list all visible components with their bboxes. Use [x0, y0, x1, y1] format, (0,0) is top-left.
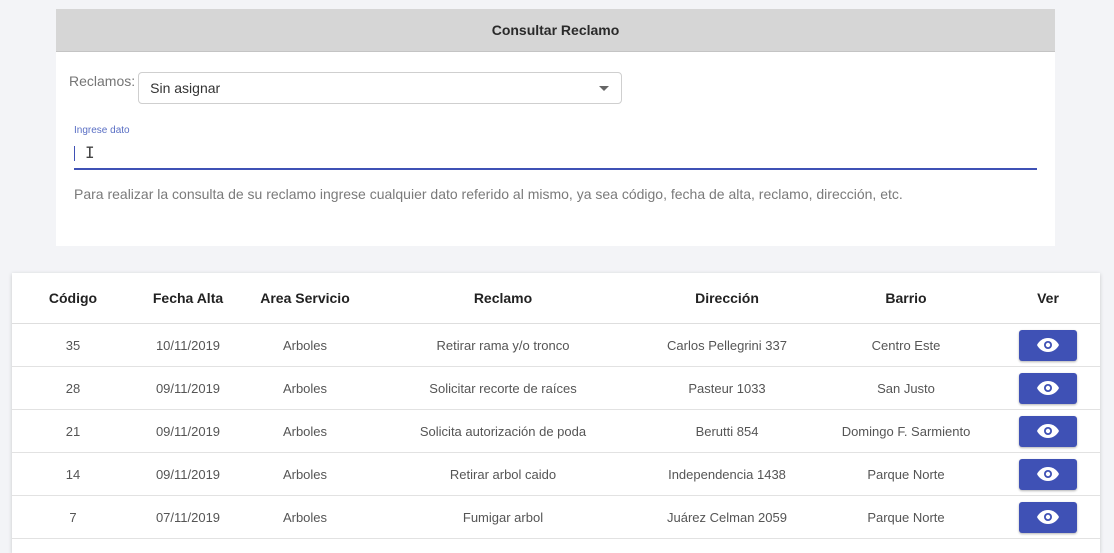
view-button[interactable] — [1019, 458, 1077, 490]
reclamos-select[interactable]: Sin asignar — [138, 72, 623, 104]
cell-ver — [996, 452, 1100, 496]
cell-fecha: 10/11/2019 — [134, 323, 242, 367]
eye-icon — [1037, 381, 1059, 395]
table-row: 28 09/11/2019 Arboles Solicitar recorte … — [12, 366, 1100, 410]
cell-area: Arboles — [242, 495, 368, 539]
cell-codigo: 28 — [12, 366, 134, 410]
header-ver: Ver — [996, 273, 1100, 324]
header-area-servicio: Area Servicio — [242, 273, 368, 324]
cell-fecha: 09/11/2019 — [134, 366, 242, 410]
reclamos-select-value: Sin asignar — [150, 80, 221, 96]
cell-ver — [996, 366, 1100, 410]
view-button[interactable] — [1019, 501, 1077, 533]
reclamos-select-row: Reclamos: Sin asignar — [69, 72, 623, 104]
cell-direccion: Berutti 854 — [638, 409, 816, 453]
cell-area: Arboles — [242, 366, 368, 410]
view-button[interactable] — [1019, 372, 1077, 404]
cell-area: Arboles — [242, 323, 368, 367]
cell-barrio: Domingo F. Sarmiento — [816, 409, 996, 453]
view-button[interactable] — [1019, 415, 1077, 447]
cell-reclamo: Retirar arbol caido — [368, 452, 638, 496]
cell-area: Arboles — [242, 452, 368, 496]
table-row: 7 07/11/2019 Arboles Fumigar arbol Juáre… — [12, 495, 1100, 539]
cell-ver — [996, 323, 1100, 367]
card-title: Consultar Reclamo — [56, 9, 1055, 52]
cell-reclamo: Solicita autorización de poda — [368, 409, 638, 453]
cell-codigo: 7 — [12, 495, 134, 539]
cell-fecha: 09/11/2019 — [134, 409, 242, 453]
ingrese-dato-field: Ingrese dato I — [74, 125, 1037, 170]
ingrese-dato-input[interactable]: I — [74, 142, 1037, 170]
caret-down-icon — [599, 85, 610, 91]
table-header-row: Código Fecha Alta Area Servicio Reclamo … — [12, 273, 1100, 324]
cell-area: Arboles — [242, 409, 368, 453]
cell-reclamo: Fumigar arbol — [368, 495, 638, 539]
cell-direccion: Juárez Celman 2059 — [638, 495, 816, 539]
cell-codigo: 21 — [12, 409, 134, 453]
cell-ver — [996, 495, 1100, 539]
eye-icon — [1037, 424, 1059, 438]
reclamos-table: Código Fecha Alta Area Servicio Reclamo … — [12, 273, 1100, 539]
eye-icon — [1037, 510, 1059, 524]
cell-barrio: Parque Norte — [816, 495, 996, 539]
cell-direccion: Carlos Pellegrini 337 — [638, 323, 816, 367]
view-button[interactable] — [1019, 329, 1077, 361]
cell-direccion: Independencia 1438 — [638, 452, 816, 496]
cell-reclamo: Solicitar recorte de raíces — [368, 366, 638, 410]
eye-icon — [1037, 338, 1059, 352]
reclamos-label: Reclamos: — [69, 73, 136, 89]
cell-fecha: 09/11/2019 — [134, 452, 242, 496]
cell-fecha: 07/11/2019 — [134, 495, 242, 539]
cell-barrio: Parque Norte — [816, 452, 996, 496]
header-reclamo: Reclamo — [368, 273, 638, 324]
cell-reclamo: Retirar rama y/o tronco — [368, 323, 638, 367]
helper-text: Para realizar la consulta de su reclamo … — [74, 186, 903, 202]
cell-ver — [996, 409, 1100, 453]
cell-barrio: San Justo — [816, 366, 996, 410]
header-barrio: Barrio — [816, 273, 996, 324]
i-beam-cursor-icon: I — [85, 143, 95, 162]
table-row: 14 09/11/2019 Arboles Retirar arbol caid… — [12, 452, 1100, 496]
cell-codigo: 35 — [12, 323, 134, 367]
cell-barrio: Centro Este — [816, 323, 996, 367]
reclamos-table-card: Código Fecha Alta Area Servicio Reclamo … — [12, 273, 1100, 553]
text-caret — [74, 146, 75, 161]
table-row: 35 10/11/2019 Arboles Retirar rama y/o t… — [12, 323, 1100, 367]
cell-direccion: Pasteur 1033 — [638, 366, 816, 410]
cell-codigo: 14 — [12, 452, 134, 496]
header-direccion: Dirección — [638, 273, 816, 324]
table-row: 21 09/11/2019 Arboles Solicita autorizac… — [12, 409, 1100, 453]
eye-icon — [1037, 467, 1059, 481]
consultar-reclamo-card: Consultar Reclamo Reclamos: Sin asignar … — [56, 9, 1055, 246]
header-codigo: Código — [12, 273, 134, 324]
header-fecha-alta: Fecha Alta — [134, 273, 242, 324]
ingrese-dato-label: Ingrese dato — [74, 125, 130, 136]
